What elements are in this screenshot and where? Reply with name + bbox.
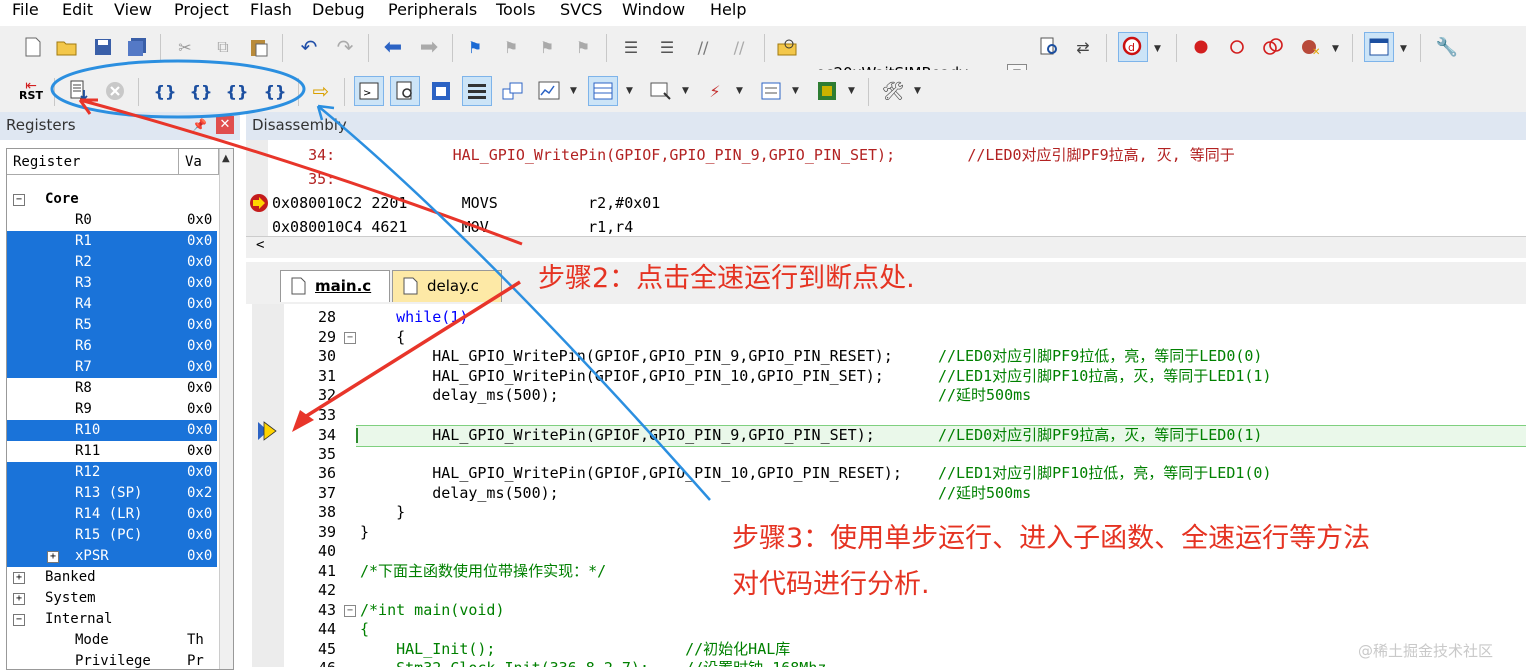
watermark: @稀土掘金技术社区: [1358, 642, 1494, 660]
step2-arrow-to-breakpoint: [299, 280, 521, 422]
highlight-ellipse: [50, 59, 306, 119]
step3-annotation-line2: 对代码进行分析.: [732, 569, 930, 600]
step2-annotation: 步骤2：点击全速运行到断点处.: [538, 263, 915, 294]
step3-annotation-line1: 步骤3：使用单步运行、进入子函数、全速运行等方法: [732, 523, 1371, 554]
step2-arrow-to-run: [79, 98, 523, 246]
step3-arrow-to-steps: [317, 105, 711, 501]
